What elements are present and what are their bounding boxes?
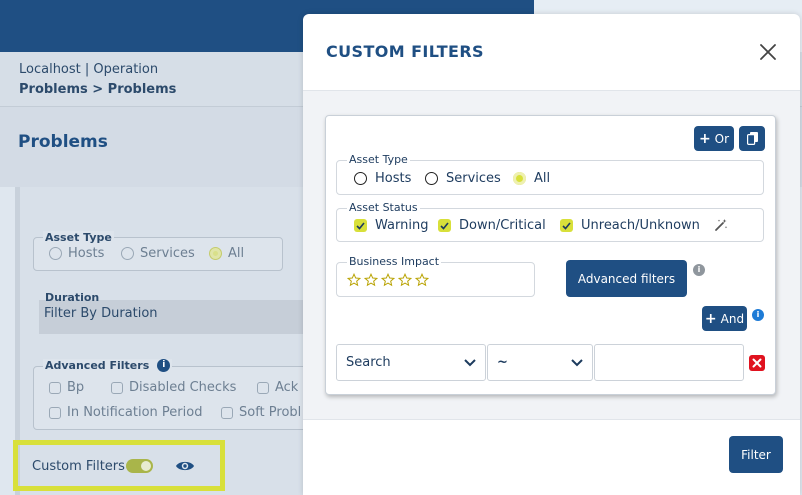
asset-status-legend: Asset Status xyxy=(347,201,420,214)
close-icon[interactable] xyxy=(758,42,778,62)
bg-radio-hosts[interactable]: Hosts xyxy=(49,246,104,261)
check-warning[interactable]: Warning xyxy=(354,218,428,233)
breadcrumb-path[interactable]: Problems > Problems xyxy=(19,82,176,97)
checkbox-checked-icon xyxy=(560,219,573,232)
bg-check-bp[interactable]: Bp xyxy=(49,380,84,395)
chevron-down-icon xyxy=(571,359,583,367)
filter-button[interactable]: Filter xyxy=(729,436,783,473)
checkbox-icon xyxy=(49,381,61,394)
bg-advanced-filters-legend: Advanced Filters i xyxy=(43,359,173,372)
bg-check-disabled-checks[interactable]: Disabled Checks xyxy=(111,380,236,395)
info-icon[interactable]: i xyxy=(752,309,764,321)
info-icon[interactable]: i xyxy=(157,359,171,372)
condition-value-input[interactable] xyxy=(594,344,744,381)
eye-icon[interactable] xyxy=(175,459,195,473)
star-icon[interactable] xyxy=(381,273,395,287)
checkbox-icon xyxy=(221,406,233,419)
breadcrumb-host[interactable]: Localhost | Operation xyxy=(19,62,158,77)
chevron-down-icon xyxy=(464,359,476,367)
business-impact-legend: Business Impact xyxy=(347,255,442,268)
check-unreach-unknown[interactable]: Unreach/Unknown xyxy=(560,218,700,233)
business-impact-stars xyxy=(347,273,429,287)
condition-operator-select[interactable]: ~ xyxy=(487,344,593,381)
bg-check-ack[interactable]: Ack xyxy=(257,380,298,395)
bg-radio-services[interactable]: Services xyxy=(121,246,195,261)
star-icon[interactable] xyxy=(415,273,429,287)
checkbox-checked-icon xyxy=(354,219,367,232)
checkbox-icon xyxy=(111,381,123,394)
radio-icon xyxy=(121,247,134,260)
asset-type-legend: Asset Type xyxy=(347,153,410,166)
info-icon[interactable]: i xyxy=(693,264,705,276)
copy-group-button[interactable] xyxy=(739,126,765,151)
star-icon[interactable] xyxy=(364,273,378,287)
plus-icon: + xyxy=(698,130,711,147)
filter-group-card: + Or Asset Type Hosts Services All Asset… xyxy=(325,115,776,395)
custom-filters-label: Custom Filters xyxy=(32,459,125,474)
duration-value: Filter By Duration xyxy=(44,306,158,321)
magic-wand-icon[interactable] xyxy=(714,218,728,232)
radio-selected-icon xyxy=(513,172,526,185)
page-title: Problems xyxy=(18,132,108,152)
custom-filters-modal: CUSTOM FILTERS + Or Asset Type Hosts Ser… xyxy=(303,14,800,495)
asset-status-group: Asset Status Warning Down/Critical Unrea… xyxy=(336,202,764,242)
checkbox-icon xyxy=(49,406,61,419)
star-icon[interactable] xyxy=(398,273,412,287)
bg-check-soft-problems[interactable]: Soft Probl xyxy=(221,405,301,420)
add-or-button[interactable]: + Or xyxy=(694,126,734,151)
bg-asset-type-legend: Asset Type xyxy=(43,231,114,244)
plus-icon: + xyxy=(704,310,717,327)
add-and-button[interactable]: + And xyxy=(702,306,747,331)
modal-body: + Or Asset Type Hosts Services All Asset… xyxy=(303,90,800,420)
bg-check-notification-period[interactable]: In Notification Period xyxy=(49,405,202,420)
radio-selected-icon xyxy=(209,247,222,260)
check-down-critical[interactable]: Down/Critical xyxy=(438,218,546,233)
duration-label: Duration xyxy=(45,291,100,304)
remove-condition-icon[interactable] xyxy=(749,355,765,371)
checkbox-icon xyxy=(257,381,269,394)
bg-radio-all[interactable]: All xyxy=(209,246,244,261)
copy-icon xyxy=(746,132,758,145)
radio-all[interactable]: All xyxy=(513,171,550,186)
custom-filters-toggle[interactable] xyxy=(126,459,153,473)
business-impact-group: Business Impact xyxy=(336,256,535,297)
checkbox-checked-icon xyxy=(438,219,451,232)
modal-title: CUSTOM FILTERS xyxy=(326,42,484,61)
radio-hosts[interactable]: Hosts xyxy=(354,171,411,186)
advanced-filters-button[interactable]: Advanced filters xyxy=(566,260,687,297)
condition-field-select[interactable]: Search xyxy=(336,344,486,381)
asset-type-group: Asset Type Hosts Services All xyxy=(336,154,764,195)
star-icon[interactable] xyxy=(347,273,361,287)
bg-advanced-filters-group xyxy=(33,366,313,430)
radio-icon xyxy=(354,172,367,185)
radio-icon xyxy=(49,247,62,260)
radio-icon xyxy=(425,172,438,185)
duration-select[interactable]: Duration Filter By Duration xyxy=(39,291,309,334)
radio-services[interactable]: Services xyxy=(425,171,501,186)
